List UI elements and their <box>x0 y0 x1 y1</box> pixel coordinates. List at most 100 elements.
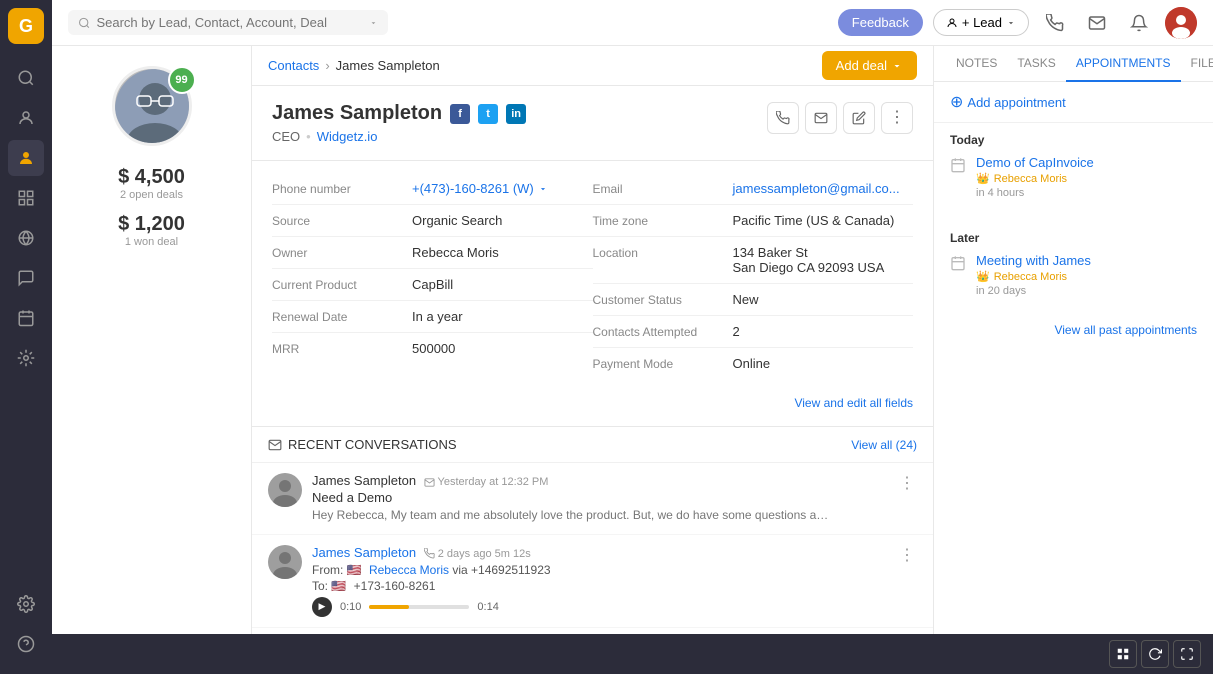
contact-name: James Sampleton <box>272 102 442 125</box>
more-action-button[interactable]: ⋮ <box>881 102 913 134</box>
right-tabs: NOTES TASKS APPOINTMENTS FILES <box>934 46 1213 82</box>
conv-sender-2: James Sampleton <box>312 545 416 560</box>
facebook-icon[interactable]: f <box>450 104 470 124</box>
play-button[interactable]: ▶ <box>312 597 332 617</box>
conversations-header: RECENT CONVERSATIONS View all (24) <box>252 427 933 463</box>
sidebar-item-contacts[interactable] <box>8 100 44 136</box>
right-panel: NOTES TASKS APPOINTMENTS FILES ⊕ Add app… <box>933 46 1213 634</box>
view-edit-link[interactable]: View and edit all fields <box>794 396 913 410</box>
user-avatar[interactable] <box>1165 7 1197 39</box>
appt-item-2: Meeting with James 👑 Rebecca Moris in 20… <box>950 253 1197 297</box>
add-lead-button[interactable]: + Lead <box>933 9 1029 36</box>
edit-action-button[interactable] <box>843 102 875 134</box>
conversation-item: James Sampleton Yesterday at 12:32 PM Ne… <box>252 463 933 535</box>
conv-body-1: James Sampleton Yesterday at 12:32 PM Ne… <box>312 473 887 524</box>
breadcrumb-bar: Contacts › James Sampleton Add deal <box>252 46 933 86</box>
refresh-button[interactable] <box>1141 640 1169 668</box>
customer-status-label: Customer Status <box>593 292 733 307</box>
search-icon <box>78 16 90 30</box>
sidebar-item-active-user[interactable] <box>8 140 44 176</box>
add-appointment-button[interactable]: ⊕ Add appointment <box>934 82 1213 123</box>
sidebar-item-integrations[interactable] <box>8 340 44 376</box>
field-customer-status: Customer Status New <box>593 284 914 316</box>
fields-grid: Phone number +(473)-160-8261 (W) Source … <box>252 161 933 387</box>
field-renewal: Renewal Date In a year <box>272 301 593 333</box>
phone-value[interactable]: +(473)-160-8261 (W) <box>412 181 548 196</box>
content-area: 99 $ 4,500 2 open deals $ 1,200 1 won de… <box>52 46 1213 634</box>
mid-panel: Contacts › James Sampleton Add deal Jame… <box>252 46 933 634</box>
twitter-icon[interactable]: t <box>478 104 498 124</box>
view-past-appointments[interactable]: View all past appointments <box>934 319 1213 341</box>
appt-person-name-1: Rebecca Moris <box>994 173 1067 185</box>
appt-time-1: in 4 hours <box>976 187 1197 199</box>
breadcrumb-parent[interactable]: Contacts <box>268 58 319 73</box>
tab-tasks[interactable]: TASKS <box>1007 46 1065 82</box>
sidebar-item-globe[interactable] <box>8 220 44 256</box>
search-dropdown-icon[interactable] <box>369 18 378 28</box>
tab-notes[interactable]: NOTES <box>946 46 1007 82</box>
field-contacts-attempted: Contacts Attempted 2 <box>593 316 914 348</box>
appt-body-1: Demo of CapInvoice 👑 Rebecca Moris in 4 … <box>976 155 1197 199</box>
renewal-value: In a year <box>412 309 463 324</box>
search-bar[interactable] <box>68 10 388 35</box>
renewal-label: Renewal Date <box>272 309 412 324</box>
fullscreen-button[interactable] <box>1173 640 1201 668</box>
add-deal-button[interactable]: Add deal <box>822 51 917 80</box>
email-icon-button[interactable] <box>1081 7 1113 39</box>
tab-files[interactable]: FILES <box>1181 46 1213 82</box>
appt-person-1: 👑 Rebecca Moris <box>976 172 1197 185</box>
conv-avatar-1 <box>268 473 302 507</box>
location-label: Location <box>593 245 733 260</box>
sidebar-item-deals[interactable] <box>8 180 44 216</box>
phone-conv-icon <box>424 548 435 559</box>
conv-more-1[interactable]: ⋮ <box>897 473 917 493</box>
sidebar-item-help[interactable] <box>8 626 44 662</box>
conversation-item-call: James Sampleton 2 days ago 5m 12s From: … <box>252 535 933 628</box>
contact-avatar-wrap: 99 <box>112 66 192 146</box>
appointments-today: Today Demo of CapInvoice 👑 Rebecca Moris… <box>934 123 1213 221</box>
main-area: Feedback + Lead <box>52 0 1213 674</box>
view-all-conversations[interactable]: View all (24) <box>851 438 917 452</box>
notification-icon-button[interactable] <box>1123 7 1155 39</box>
audio-progress-bar[interactable] <box>369 605 469 609</box>
phone-dropdown-icon[interactable] <box>538 184 548 194</box>
email-label: Email <box>593 181 733 196</box>
sidebar-item-settings[interactable] <box>8 586 44 622</box>
sidebar-item-calendar[interactable] <box>8 300 44 336</box>
feedback-button[interactable]: Feedback <box>838 9 923 36</box>
crown-icon-appt-2: 👑 <box>976 270 990 283</box>
field-mrr: MRR 500000 <box>272 333 593 364</box>
appt-title-1[interactable]: Demo of CapInvoice <box>976 155 1197 170</box>
contact-name-row: James Sampleton f t in <box>272 102 526 125</box>
dropdown-icon[interactable] <box>1006 18 1016 28</box>
appt-title-2[interactable]: Meeting with James <box>976 253 1197 268</box>
sidebar-item-chat[interactable] <box>8 260 44 296</box>
email-value[interactable]: jamessampleton@gmail.co... <box>733 181 900 196</box>
email-action-button[interactable] <box>805 102 837 134</box>
app-logo[interactable]: G <box>8 8 44 44</box>
contact-score: 99 <box>168 66 196 94</box>
crown-icon-appt: 👑 <box>976 172 990 185</box>
add-appointment-label: Add appointment <box>967 95 1065 110</box>
company-link[interactable]: Widgetz.io <box>317 129 378 144</box>
call-detail-from: From: 🇺🇸 Rebecca Moris via +14692511923 <box>312 563 887 577</box>
tab-appointments[interactable]: APPOINTMENTS <box>1066 46 1181 82</box>
grid-view-button[interactable] <box>1109 640 1137 668</box>
today-label: Today <box>950 133 1197 147</box>
appt-time-2: in 20 days <box>976 285 1197 297</box>
linkedin-icon[interactable]: in <box>506 104 526 124</box>
phone-icon-button[interactable] <box>1039 7 1071 39</box>
view-edit-link-section: View and edit all fields <box>252 387 933 426</box>
search-input[interactable] <box>96 15 363 30</box>
open-deals-amount: $ 4,500 <box>118 166 185 189</box>
appt-person-2: 👑 Rebecca Moris <box>976 270 1197 283</box>
conv-sender-row-2: James Sampleton 2 days ago 5m 12s <box>312 545 887 560</box>
conversations-title-text: RECENT CONVERSATIONS <box>288 437 457 452</box>
call-action-button[interactable] <box>767 102 799 134</box>
conv-more-2[interactable]: ⋮ <box>897 545 917 565</box>
appt-body-2: Meeting with James 👑 Rebecca Moris in 20… <box>976 253 1197 297</box>
from-name: Rebecca Moris <box>369 563 449 577</box>
sidebar-item-search[interactable] <box>8 60 44 96</box>
field-product: Current Product CapBill <box>272 269 593 301</box>
contact-title-row: CEO • Widgetz.io <box>272 129 526 144</box>
